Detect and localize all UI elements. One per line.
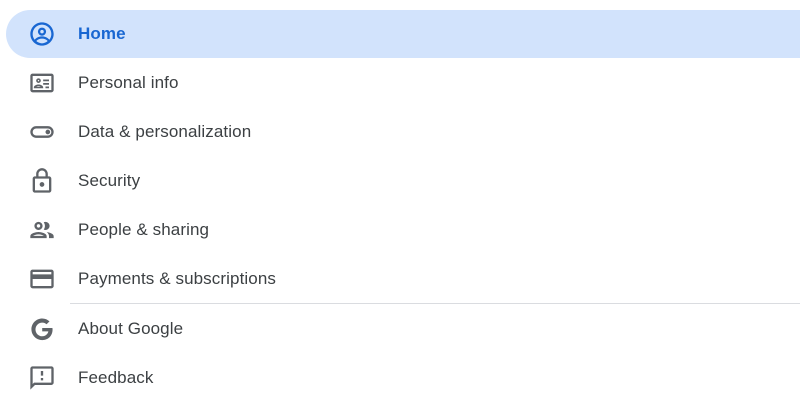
nav-item-security[interactable]: Security [6,157,800,205]
account-circle-icon [28,20,56,48]
nav-item-personal-info[interactable]: Personal info [6,59,800,107]
nav-item-people-sharing[interactable]: People & sharing [6,206,800,254]
nav-item-payments-subscriptions[interactable]: Payments & subscriptions [6,255,800,303]
nav-item-home[interactable]: Home [6,10,800,58]
nav-item-label: Feedback [78,368,154,387]
google-g-icon [28,315,56,343]
nav-item-label: About Google [78,319,184,338]
people-icon [28,216,56,244]
nav-item-about-google[interactable]: About Google [6,305,800,353]
nav-item-data-personalization[interactable]: Data & personalization [6,108,800,156]
nav-item-label: Home [78,24,126,43]
account-navigation: Home Personal info Data & personalizatio… [0,0,800,400]
toggle-icon [28,118,56,146]
nav-item-feedback[interactable]: Feedback [6,354,800,400]
nav-item-label: Payments & subscriptions [78,269,276,288]
lock-icon [28,167,56,195]
id-card-icon [28,69,56,97]
nav-item-label: Security [78,171,141,190]
nav-item-label: Personal info [78,73,179,92]
nav-item-label: People & sharing [78,220,210,239]
credit-card-icon [28,265,56,293]
feedback-icon [28,364,56,392]
divider [70,303,800,304]
nav-item-label: Data & personalization [78,122,252,141]
